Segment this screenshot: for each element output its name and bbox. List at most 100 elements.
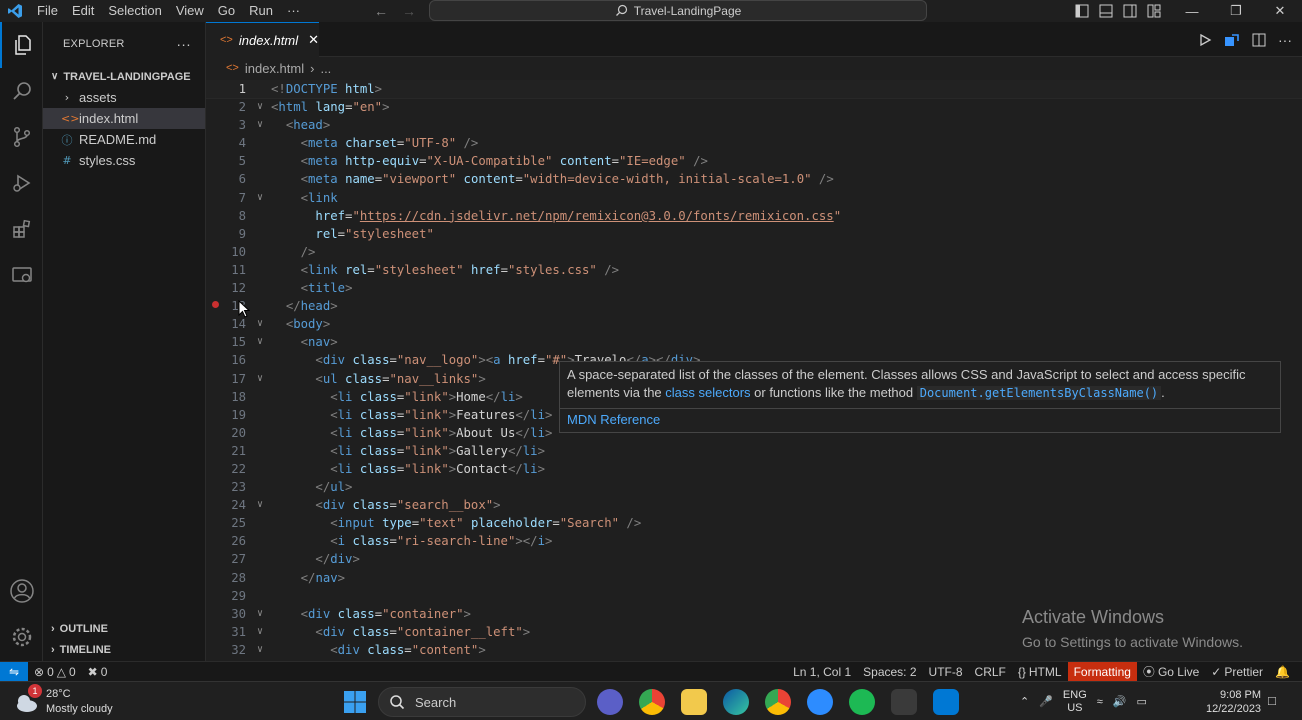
battery-icon[interactable]: ▭ (1137, 695, 1147, 708)
menu-file[interactable]: File (30, 0, 65, 22)
toggle-secondary-sidebar-icon[interactable] (1123, 4, 1137, 18)
code-line[interactable]: 11 <link rel="stylesheet" href="styles.c… (206, 261, 1302, 279)
tree-item-index-html[interactable]: <> index.html (43, 108, 205, 129)
remote-explorer-icon[interactable] (0, 252, 43, 298)
chevron-up-icon[interactable]: ⌃ (1020, 695, 1029, 708)
extensions-icon[interactable] (0, 206, 43, 252)
menu-view[interactable]: View (169, 0, 211, 22)
code-line[interactable]: 15 ∨ <nav> (206, 333, 1302, 351)
microphone-icon[interactable]: 🎤 (1039, 695, 1053, 708)
explorer-icon[interactable] (0, 22, 43, 68)
split-editor-icon[interactable] (1252, 33, 1266, 47)
code-line[interactable]: 29 (206, 587, 1302, 605)
edge-icon[interactable] (723, 689, 749, 715)
remote-indicator-icon[interactable]: ⇋ (0, 661, 28, 682)
code-line[interactable]: 5 <meta http-equiv="X-UA-Compatible" con… (206, 152, 1302, 170)
close-icon[interactable]: ✕ (308, 32, 319, 48)
toggle-primary-sidebar-icon[interactable] (1075, 4, 1089, 18)
fold-chevron-icon[interactable]: ∨ (254, 315, 266, 333)
code-line[interactable]: 22 <li class="link">Contact</li> (206, 460, 1302, 478)
problems-indicator[interactable]: ⊗ 0 △ 0 (28, 665, 82, 679)
code-line[interactable]: 26 <i class="ri-search-line"></i> (206, 532, 1302, 550)
go-live-icon[interactable] (1224, 33, 1240, 47)
fold-chevron-icon[interactable]: ∨ (254, 98, 266, 116)
vscode-taskbar-icon[interactable] (933, 689, 959, 715)
code-line[interactable]: 9 rel="stylesheet" (206, 225, 1302, 243)
windows-start-icon[interactable] (341, 688, 369, 716)
code-line[interactable]: 2 ∨ <html lang="en"> (206, 98, 1302, 116)
code-line[interactable]: 4 <meta charset="UTF-8" /> (206, 134, 1302, 152)
volume-icon[interactable]: 🔊 (1113, 695, 1127, 708)
run-icon[interactable] (1198, 33, 1212, 47)
notifications-bell-icon[interactable]: 🔔 (1269, 665, 1302, 679)
chrome-profile-icon[interactable] (765, 689, 791, 715)
code-editor[interactable]: 1 <!DOCTYPE html> 2 ∨ <html lang="en"> 3 ∨ <he… (206, 80, 1302, 661)
tree-item-assets[interactable]: › assets (43, 87, 205, 108)
go-live-button[interactable]: ⦿ Go Live (1137, 663, 1205, 680)
spotify-icon[interactable] (849, 689, 875, 715)
source-control-icon[interactable] (0, 114, 43, 160)
run-and-debug-icon[interactable] (0, 160, 43, 206)
toggle-panel-icon[interactable] (1099, 4, 1113, 18)
class-selectors-link[interactable]: class selectors (665, 385, 750, 400)
fold-chevron-icon[interactable]: ∨ (254, 496, 266, 514)
tree-item-styles-css[interactable]: # styles.css (43, 150, 205, 171)
code-line[interactable]: 25 <input type="text" placeholder="Searc… (206, 514, 1302, 532)
more-actions-icon[interactable]: ··· (1278, 32, 1292, 48)
menu-run[interactable]: Run (242, 0, 280, 22)
fold-chevron-icon[interactable]: ∨ (254, 641, 266, 659)
wifi-icon[interactable]: ≈ (1097, 696, 1103, 708)
code-line[interactable]: 13 </head> (206, 297, 1302, 315)
chrome-icon[interactable] (639, 689, 665, 715)
tree-item-readme[interactable]: ⓘ README.md (43, 129, 205, 150)
end-of-line[interactable]: CRLF (969, 665, 1012, 679)
menu-selection[interactable]: Selection (101, 0, 168, 22)
menu-go[interactable]: Go (211, 0, 242, 22)
minimize-button[interactable]: — (1170, 0, 1214, 22)
code-line[interactable]: 24 ∨ <div class="search__box"> (206, 496, 1302, 514)
search-icon[interactable] (0, 68, 43, 114)
breadcrumb-file[interactable]: index.html (245, 61, 304, 76)
cursor-position[interactable]: Ln 1, Col 1 (787, 665, 857, 679)
customize-layout-icon[interactable] (1147, 4, 1161, 18)
menu-more[interactable]: ··· (280, 0, 307, 22)
fold-chevron-icon[interactable]: ∨ (254, 605, 266, 623)
fold-chevron-icon[interactable]: ∨ (254, 623, 266, 641)
back-arrow-icon[interactable]: ← (374, 3, 388, 19)
zoom-icon[interactable] (807, 689, 833, 715)
fold-chevron-icon[interactable]: ∨ (254, 370, 266, 388)
tab-index-html[interactable]: <> index.html ✕ (206, 22, 319, 57)
code-line[interactable]: 6 <meta name="viewport" content="width=d… (206, 170, 1302, 188)
project-folder-header[interactable]: ∨ TRAVEL-LANDINGPAGE (43, 66, 205, 87)
snipping-tool-icon[interactable] (891, 689, 917, 715)
code-line[interactable]: 3 ∨ <head> (206, 116, 1302, 134)
code-line[interactable]: 14 ∨ <body> (206, 315, 1302, 333)
settings-gear-icon[interactable] (0, 614, 43, 660)
indentation[interactable]: Spaces: 2 (857, 665, 922, 679)
language-mode[interactable]: {} HTML (1012, 665, 1068, 679)
code-line[interactable]: 27 </div> (206, 550, 1302, 568)
encoding[interactable]: UTF-8 (923, 665, 969, 679)
ports-indicator[interactable]: ✖ 0 (82, 665, 114, 679)
notification-center-icon[interactable]: □ (1268, 693, 1276, 708)
file-explorer-icon[interactable] (681, 689, 707, 715)
outline-section[interactable]: › OUTLINE (43, 618, 108, 639)
timeline-section[interactable]: › TIMELINE (43, 639, 111, 660)
meet-app-icon[interactable] (597, 689, 623, 715)
breadcrumb-more[interactable]: ... (320, 61, 331, 76)
code-line[interactable]: 1 <!DOCTYPE html> (206, 80, 1302, 100)
code-line[interactable]: 12 <title> (206, 279, 1302, 297)
code-line[interactable]: 8 href="https://cdn.jsdelivr.net/npm/rem… (206, 207, 1302, 225)
weather-widget[interactable]: 1 28°C Mostly cloudy (14, 682, 113, 720)
menu-edit[interactable]: Edit (65, 0, 101, 22)
prettier-button[interactable]: ✓ Prettier (1205, 665, 1269, 679)
code-line[interactable]: 7 ∨ <link (206, 189, 1302, 207)
code-line[interactable]: 10 /> (206, 243, 1302, 261)
command-center[interactable]: Travel-LandingPage (429, 0, 927, 21)
taskbar-clock[interactable]: 9:08 PM 12/22/2023 (1206, 688, 1261, 716)
code-line[interactable]: 23 </ul> (206, 478, 1302, 496)
code-line[interactable]: 21 <li class="link">Gallery</li> (206, 442, 1302, 460)
mdn-reference-link[interactable]: MDN Reference (567, 411, 1273, 429)
close-window-button[interactable]: ✕ (1258, 0, 1302, 22)
restore-button[interactable]: ❐ (1214, 0, 1258, 22)
